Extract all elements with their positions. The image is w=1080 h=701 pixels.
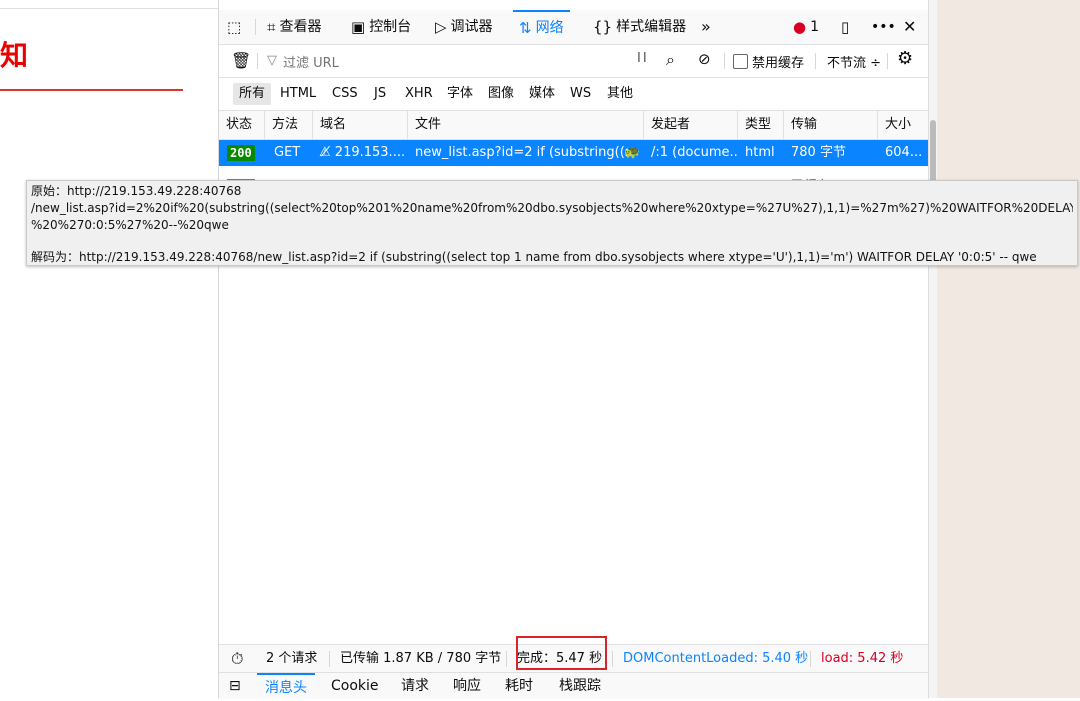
error-icon: ●: [793, 18, 807, 36]
right-background-strip: [928, 0, 1080, 698]
row-domain-text: 219.153....: [334, 145, 406, 160]
details-tab-bar: ⊟ 消息头 Cookie 请求 响应 耗时 栈跟踪: [219, 672, 928, 699]
tabs-overflow-button[interactable]: »: [701, 10, 711, 44]
type-filter-html[interactable]: HTML: [274, 83, 322, 105]
request-count: 2 个请求: [266, 651, 318, 666]
table-row[interactable]: 200 GET ⚠̸ 219.153.... new_list.asp?id=2…: [219, 140, 928, 166]
devtools-toolbar: ⬚ ⌗ 查看器 ▣ 控制台 ▷ 调试器 ⇅ 网络 {} 样式编辑器 » ● 1 ▯ ••• …: [219, 10, 928, 45]
column-header-file[interactable]: 文件: [408, 111, 644, 139]
debugger-icon: ▷: [435, 18, 447, 36]
disable-cache-label: 禁用缓存: [752, 56, 805, 71]
tab-stack-trace[interactable]: 栈跟踪: [559, 673, 601, 699]
devtools-panel: ⬚ ⌗ 查看器 ▣ 控制台 ▷ 调试器 ⇅ 网络 {} 样式编辑器 » ● 1 ▯ ••• …: [218, 0, 928, 699]
page-top-divider: [0, 8, 218, 9]
tooltip-decoded-url: 解码为：http://219.153.49.228:40768/new_list…: [31, 250, 1037, 264]
row-method: GET: [274, 145, 301, 160]
column-header-size[interactable]: 大小: [878, 111, 928, 139]
type-filter-xhr[interactable]: XHR: [399, 83, 439, 105]
page-heading-underline: [0, 89, 183, 91]
type-filter-images[interactable]: 图像: [482, 83, 520, 105]
tab-request[interactable]: 请求: [401, 673, 429, 699]
row-initiator: /:1 (docume...: [651, 145, 738, 160]
type-filter-css[interactable]: CSS: [326, 83, 364, 105]
type-filter-ws[interactable]: WS: [564, 83, 597, 105]
disable-cache-checkbox[interactable]: 禁用缓存: [733, 52, 804, 71]
column-header-status[interactable]: 状态: [219, 111, 265, 139]
tab-debugger[interactable]: ▷ 调试器: [435, 10, 493, 44]
throttle-select[interactable]: 不节流 ÷: [827, 52, 881, 71]
type-filter-bar: 所有 HTML CSS JS XHR 字体 图像 媒体 WS 其他: [219, 78, 928, 111]
row-status: 200: [219, 140, 265, 166]
network-filter-bar: 🗑 ▽ 过滤 URL II ⌕ ⊘ 禁用缓存 不节流 ÷ ⚙: [219, 45, 928, 78]
tab-label: 控制台: [369, 19, 412, 35]
tab-response[interactable]: 响应: [453, 673, 481, 699]
page-content: 知: [0, 0, 218, 698]
status-badge: 200: [227, 145, 255, 161]
toggle-sidebar-icon[interactable]: ⊟: [229, 673, 241, 699]
tab-label: 样式编辑器: [616, 19, 687, 35]
type-filter-all[interactable]: 所有: [233, 83, 272, 105]
filter-icon: ▽: [267, 53, 277, 68]
more-options-button[interactable]: •••: [871, 10, 896, 44]
trash-icon[interactable]: 🗑: [231, 51, 251, 70]
tab-label: 调试器: [450, 19, 493, 35]
block-icon[interactable]: ⊘: [698, 50, 711, 68]
search-icon[interactable]: ⌕: [666, 50, 675, 70]
tab-style-editor[interactable]: {} 样式编辑器: [593, 10, 686, 44]
page-scrollbar[interactable]: [928, 0, 937, 698]
responsive-mode-icon[interactable]: ▯: [841, 10, 849, 44]
type-filter-other[interactable]: 其他: [601, 83, 639, 105]
tab-cookies[interactable]: Cookie: [331, 673, 379, 699]
tab-headers[interactable]: 消息头: [257, 673, 315, 699]
tooltip-original-url-path-cont: %20%270:0:5%27%20--%20qwe: [31, 218, 229, 232]
column-header-transfer[interactable]: 传输: [784, 111, 878, 139]
tab-console[interactable]: ▣ 控制台: [351, 10, 411, 44]
checkbox-box[interactable]: [733, 54, 748, 69]
error-count-badge[interactable]: ● 1: [793, 10, 819, 44]
row-size: 604...: [885, 145, 923, 160]
row-domain: ⚠̸ 219.153....: [313, 140, 408, 166]
page-heading: 知: [0, 39, 29, 72]
type-filter-media[interactable]: 媒体: [523, 83, 561, 105]
gear-icon[interactable]: ⚙: [897, 48, 913, 69]
tab-label: 查看器: [279, 19, 322, 35]
request-table-header: 状态 方法 域名 文件 发起者 类型 传输 大小: [219, 111, 928, 140]
row-file: new_list.asp?id=2 if (substring((se: [415, 145, 628, 160]
column-header-type[interactable]: 类型: [738, 111, 784, 139]
pause-button[interactable]: II: [637, 51, 649, 66]
column-header-initiator[interactable]: 发起者: [644, 111, 738, 139]
type-filter-js[interactable]: JS: [368, 83, 392, 105]
tooltip-original-url-line: 原始：http://219.153.49.228:40768: [31, 184, 242, 198]
url-tooltip: 原始：http://219.153.49.228:40768 /new_list…: [26, 180, 1078, 266]
row-type: html: [745, 145, 775, 160]
transferred-size: 已传输 1.87 KB / 780 字节: [340, 651, 502, 666]
dom-content-loaded-time: DOMContentLoaded: 5.40 秒: [623, 651, 809, 666]
insecure-lock-icon: ⚠̸: [319, 145, 335, 160]
column-header-domain[interactable]: 域名: [313, 111, 408, 139]
tab-timings[interactable]: 耗时: [505, 673, 533, 699]
tab-network[interactable]: ⇅ 网络: [513, 10, 570, 44]
network-icon: ⇅: [519, 19, 532, 37]
stopwatch-icon[interactable]: ⏱: [231, 645, 243, 672]
filter-url-input[interactable]: 过滤 URL: [283, 52, 339, 71]
tooltip-spacer: [31, 234, 1073, 249]
type-filter-fonts[interactable]: 字体: [441, 83, 479, 105]
tracker-icon: 🐢: [624, 145, 641, 160]
element-picker-icon[interactable]: ⬚: [227, 10, 241, 44]
row-transfer: 780 字节: [791, 145, 846, 160]
finish-time-highlight: [516, 636, 607, 670]
console-icon: ▣: [351, 18, 366, 36]
style-editor-icon: {}: [593, 18, 613, 36]
close-devtools-button[interactable]: ✕: [903, 10, 916, 44]
tab-inspector[interactable]: ⌗ 查看器: [267, 10, 321, 44]
column-header-method[interactable]: 方法: [265, 111, 313, 139]
inspector-icon: ⌗: [267, 18, 276, 36]
tab-label: 网络: [535, 20, 564, 36]
error-count: 1: [810, 19, 820, 35]
load-time: load: 5.42 秒: [821, 651, 904, 666]
tooltip-original-url-path: /new_list.asp?id=2%20if%20(substring((se…: [31, 201, 1073, 215]
